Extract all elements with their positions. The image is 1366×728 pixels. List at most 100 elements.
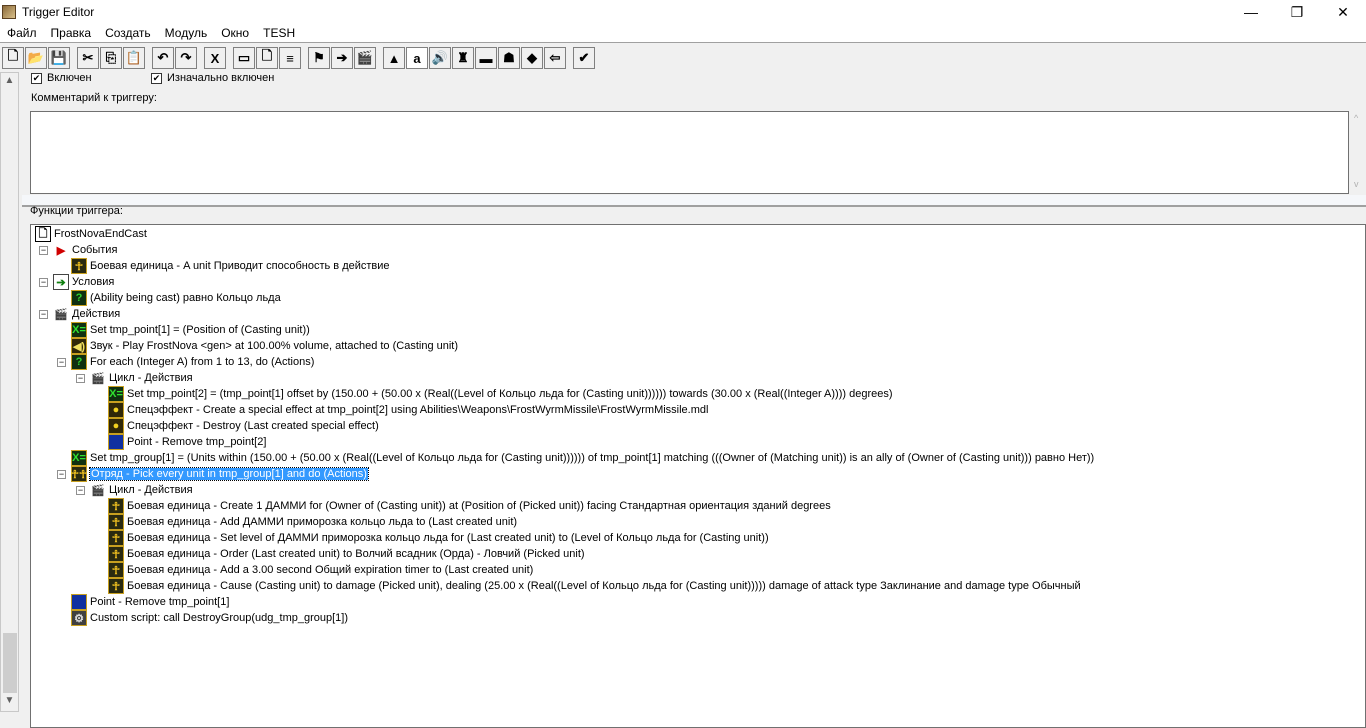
new-action-button[interactable]: 🎬 xyxy=(354,47,376,69)
menu-item[interactable]: Правка xyxy=(44,26,99,40)
tree-node[interactable]: 🗋 FrostNovaEndCast xyxy=(35,226,147,242)
new-condition-icon: ➔ xyxy=(336,50,348,65)
tree-node[interactable]: X= Set tmp_group[1] = (Units within (150.… xyxy=(71,450,1094,466)
tree-node-label: Звук - Play FrostNova <gen> at 100.00% v… xyxy=(90,340,459,352)
tree-node[interactable]: ☥ Боевая единица - A unit Приводит способ… xyxy=(71,258,390,274)
ai-editor-button[interactable]: ☗ xyxy=(498,47,520,69)
new-button[interactable]: 🗋 xyxy=(2,47,24,69)
tree-node[interactable]: 🎬 Цикл - Действия xyxy=(90,482,192,498)
new-event-button[interactable]: ⚑ xyxy=(308,47,330,69)
collapse-toggle[interactable]: − xyxy=(39,278,48,287)
tree-node-label: FrostNovaEndCast xyxy=(54,228,147,240)
scroll-down-icon[interactable]: ▼ xyxy=(1,695,18,706)
initially-on-label: Изначально включен xyxy=(167,72,275,84)
unit-icon: ☥ xyxy=(108,514,124,530)
doc-icon: 🗋 xyxy=(35,226,51,242)
tree-node[interactable]: ■ Point - Remove tmp_point[1] xyxy=(71,594,229,610)
variables-button[interactable]: X xyxy=(204,47,226,69)
close-button[interactable]: ✕ xyxy=(1320,0,1366,24)
tree-node[interactable]: ☥ Боевая единица - Create 1 ДАММИ for (Ow… xyxy=(108,498,831,514)
new-category-button[interactable]: ▭ xyxy=(233,47,255,69)
scroll-thumb[interactable] xyxy=(3,633,17,693)
scroll-down-icon[interactable]: v xyxy=(1354,179,1359,189)
undo-button[interactable]: ↶ xyxy=(152,47,174,69)
menu-item[interactable]: Окно xyxy=(214,26,256,40)
paste-button[interactable]: 📋 xyxy=(123,47,145,69)
set-icon: X= xyxy=(71,450,87,466)
maximize-button[interactable]: ❐ xyxy=(1274,0,1320,24)
tree-node[interactable]: X= Set tmp_point[2] = (tmp_point[1] offse… xyxy=(108,386,893,402)
collapse-toggle[interactable]: − xyxy=(39,310,48,319)
test-map-button[interactable]: ✔ xyxy=(573,47,595,69)
menu-item[interactable]: TESH xyxy=(256,26,302,40)
comment-label: Комментарий к триггеру: xyxy=(31,92,157,104)
cut-button[interactable]: ✂ xyxy=(77,47,99,69)
flag-icon: ▶ xyxy=(56,244,66,257)
tree-node[interactable]: ☥ Боевая единица - Add a 3.00 second Общи… xyxy=(108,562,533,578)
new-comment-button[interactable]: ≡ xyxy=(279,47,301,69)
object-editor-button[interactable]: ♜ xyxy=(452,47,474,69)
new-comment-icon: ≡ xyxy=(286,50,294,66)
scroll-up-icon[interactable]: ▲ xyxy=(1,75,18,86)
tree-node-label: (Ability being cast) равно Кольцо льда xyxy=(90,292,281,304)
panel-splitter[interactable] xyxy=(22,195,1366,207)
new-trigger-icon: 🗋 xyxy=(261,48,273,63)
tree-node[interactable]: ? (Ability being cast) равно Кольцо льда xyxy=(71,290,281,306)
sound-editor-button[interactable]: 🔊 xyxy=(429,47,451,69)
menu-item[interactable]: Файл xyxy=(0,26,44,40)
tree-node[interactable]: ? For each (Integer A) from 1 to 13, do (… xyxy=(71,354,314,370)
app-icon xyxy=(2,5,16,19)
tree-node[interactable]: ◀) Звук - Play FrostNova <gen> at 100.00%… xyxy=(71,338,458,354)
campaign-editor-button[interactable]: ▬ xyxy=(475,47,497,69)
tree-node[interactable]: ● Спецэффект - Create a special effect at… xyxy=(108,402,708,418)
unit-icon: ☥ xyxy=(108,498,124,514)
unit-icon: ☥ xyxy=(108,546,124,562)
tree-node-label: Боевая единица - Create 1 ДАММИ for (Own… xyxy=(127,500,831,512)
tree-node[interactable]: ☥ Боевая единица - Cause (Casting unit) t… xyxy=(108,578,1081,594)
comment-scrollbar[interactable]: ^ v xyxy=(1350,111,1366,194)
tree-node[interactable]: ☥☥ Отряд - Pick every unit in tmp_group[1… xyxy=(71,466,369,482)
collapse-toggle[interactable]: − xyxy=(76,374,85,383)
tree-node[interactable]: ■ Point - Remove tmp_point[2] xyxy=(108,434,266,450)
tree-node[interactable]: ☥ Боевая единица - Set level of ДАММИ при… xyxy=(108,530,769,546)
menu-item[interactable]: Создать xyxy=(98,26,158,40)
new-trigger-button[interactable]: 🗋 xyxy=(256,47,278,69)
collapse-toggle[interactable]: − xyxy=(57,358,66,367)
redo-button[interactable]: ↷ xyxy=(175,47,197,69)
terrain-editor-button[interactable]: ▲ xyxy=(383,47,405,69)
pt-icon: ■ xyxy=(71,594,87,610)
save-button[interactable]: 💾 xyxy=(48,47,70,69)
trigger-functions-tree[interactable]: 🗋 FrostNovaEndCast − ▶ События ☥ Боевая единиц… xyxy=(30,224,1366,728)
tree-node[interactable]: X= Set tmp_point[1] = (Position of (Casti… xyxy=(71,322,310,338)
open-button[interactable]: 📂 xyxy=(25,47,47,69)
tree-node[interactable]: ☥ Боевая единица - Add ДАММИ приморозка к… xyxy=(108,514,517,530)
unit-icon: ☥ xyxy=(108,530,124,546)
initially-on-checkbox[interactable]: ✔ Изначально включен xyxy=(151,72,274,84)
collapse-toggle[interactable]: − xyxy=(76,486,85,495)
tree-node-label: Цикл - Действия xyxy=(109,372,193,384)
ai-editor-icon: ☗ xyxy=(503,50,515,65)
tree-node[interactable]: 🎬 Цикл - Действия xyxy=(90,370,193,386)
import-manager-button[interactable]: ⇦ xyxy=(544,47,566,69)
collapse-toggle[interactable]: − xyxy=(39,246,48,255)
collapse-toggle[interactable]: − xyxy=(57,470,66,479)
unit-icon: ☥ xyxy=(108,578,124,594)
left-scrollbar[interactable]: ▲ ▼ xyxy=(0,72,19,712)
menu-item[interactable]: Модуль xyxy=(158,26,215,40)
comment-textarea[interactable] xyxy=(30,111,1349,194)
tree-node[interactable]: ▶ События xyxy=(53,242,118,258)
object-manager-button[interactable]: ◆ xyxy=(521,47,543,69)
tree-node-label: Отряд - Pick every unit in tmp_group[1] … xyxy=(89,467,369,481)
tree-node[interactable]: 🎬 Действия xyxy=(53,306,120,322)
tree-node[interactable]: ● Спецэффект - Destroy (Last created spec… xyxy=(108,418,379,434)
tree-node[interactable]: ⚙ Custom script: call DestroyGroup(udg_tm… xyxy=(71,610,348,626)
scroll-up-icon[interactable]: ^ xyxy=(1354,113,1358,123)
tree-node-label: Боевая единица - Cause (Casting unit) to… xyxy=(127,580,1081,592)
tree-node[interactable]: ☥ Боевая единица - Order (Last created un… xyxy=(108,546,585,562)
enabled-checkbox[interactable]: ✔ Включен xyxy=(31,72,92,84)
trigger-editor-button[interactable]: a xyxy=(406,47,428,69)
tree-node[interactable]: ➔ Условия xyxy=(53,274,114,290)
new-condition-button[interactable]: ➔ xyxy=(331,47,353,69)
copy-button[interactable]: ⎘ xyxy=(100,47,122,69)
minimize-button[interactable]: — xyxy=(1228,0,1274,24)
